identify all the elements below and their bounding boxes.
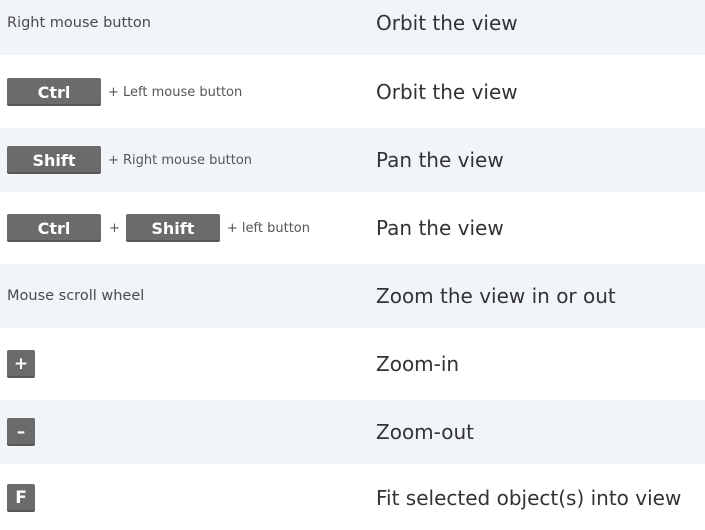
minus-key: – bbox=[7, 418, 35, 446]
table-row: F Fit selected object(s) into view bbox=[0, 466, 705, 530]
shortcut-combo: Ctrl + Shift + left button bbox=[7, 196, 315, 260]
action-description: Orbit the view bbox=[376, 80, 518, 104]
shortcut-combo: + bbox=[7, 332, 35, 396]
plus-separator: + bbox=[109, 220, 120, 236]
plus-key: + bbox=[7, 350, 35, 378]
shortcut-combo: – bbox=[7, 400, 35, 464]
shortcut-table: Right mouse button Orbit the view Ctrl +… bbox=[0, 0, 705, 512]
shift-key: Shift bbox=[125, 214, 220, 242]
shift-key: Shift bbox=[7, 146, 101, 174]
shortcut-combo: Shift + Right mouse button bbox=[7, 128, 257, 192]
shortcut-combo: Ctrl + Left mouse button bbox=[7, 60, 247, 124]
table-row: Shift + Right mouse button Pan the view bbox=[0, 128, 705, 192]
table-row: Mouse scroll wheel Zoom the view in or o… bbox=[0, 264, 705, 328]
action-description: Fit selected object(s) into view bbox=[376, 486, 682, 510]
action-description: Zoom the view in or out bbox=[376, 284, 616, 308]
shortcut-joiner: + Left mouse button bbox=[108, 84, 243, 100]
action-description: Pan the view bbox=[376, 148, 504, 172]
table-row: Ctrl + Shift + left button Pan the view bbox=[0, 196, 705, 260]
shortcut-description: Mouse scroll wheel bbox=[7, 288, 145, 304]
action-description: Orbit the view bbox=[376, 11, 518, 35]
f-key: F bbox=[7, 484, 35, 512]
table-row: Right mouse button Orbit the view bbox=[0, 0, 705, 55]
action-description: Pan the view bbox=[376, 216, 504, 240]
shortcut-description: Right mouse button bbox=[7, 15, 151, 31]
shortcut-combo: F bbox=[7, 466, 35, 530]
shortcut-joiner: + Right mouse button bbox=[108, 152, 253, 168]
action-description: Zoom-out bbox=[376, 420, 474, 444]
table-row: – Zoom-out bbox=[0, 400, 705, 464]
shortcut-joiner: + left button bbox=[226, 220, 310, 236]
action-description: Zoom-in bbox=[376, 352, 460, 376]
table-row: Ctrl + Left mouse button Orbit the view bbox=[0, 60, 705, 124]
ctrl-key: Ctrl bbox=[7, 78, 101, 106]
ctrl-key: Ctrl bbox=[7, 214, 101, 242]
table-row: + Zoom-in bbox=[0, 332, 705, 396]
